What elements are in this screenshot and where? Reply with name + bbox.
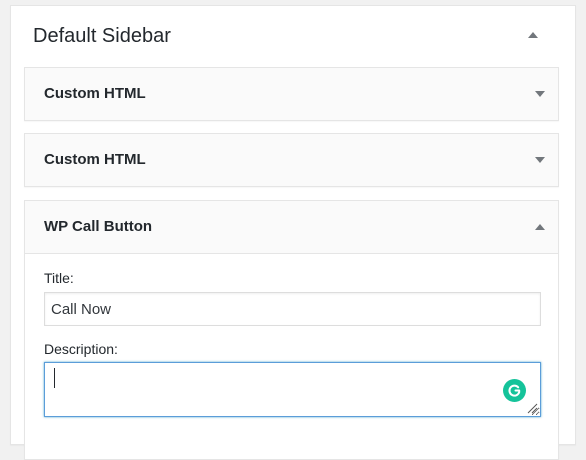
widget-custom-html-1: Custom HTML bbox=[24, 67, 559, 121]
default-sidebar-panel: Default Sidebar Custom HTML Custom HTML … bbox=[10, 5, 576, 460]
expand-arrow-icon[interactable] bbox=[535, 91, 545, 97]
widget-header[interactable]: Custom HTML bbox=[25, 134, 558, 186]
grammarly-icon[interactable] bbox=[503, 379, 526, 402]
widget-header[interactable]: Custom HTML bbox=[25, 68, 558, 120]
sidebar-header[interactable]: Default Sidebar bbox=[11, 6, 575, 66]
sidebar-title: Default Sidebar bbox=[33, 25, 171, 47]
collapse-arrow-icon[interactable] bbox=[535, 224, 545, 230]
text-cursor bbox=[54, 368, 55, 388]
description-label: Description: bbox=[44, 341, 118, 357]
widget-title: WP Call Button bbox=[44, 218, 153, 235]
widget-custom-html-2: Custom HTML bbox=[24, 133, 559, 187]
description-textarea[interactable] bbox=[44, 362, 541, 417]
widget-wp-call-button: WP Call Button Title: Description: bbox=[24, 200, 559, 460]
widget-title: Custom HTML bbox=[44, 85, 146, 102]
widget-title: Custom HTML bbox=[44, 151, 146, 168]
resize-handle-icon[interactable] bbox=[526, 402, 538, 414]
title-label: Title: bbox=[44, 270, 74, 286]
widget-header[interactable]: WP Call Button bbox=[25, 201, 558, 254]
title-input[interactable] bbox=[44, 292, 541, 326]
sidebar-collapse-arrow-icon[interactable] bbox=[528, 32, 538, 38]
expand-arrow-icon[interactable] bbox=[535, 157, 545, 163]
